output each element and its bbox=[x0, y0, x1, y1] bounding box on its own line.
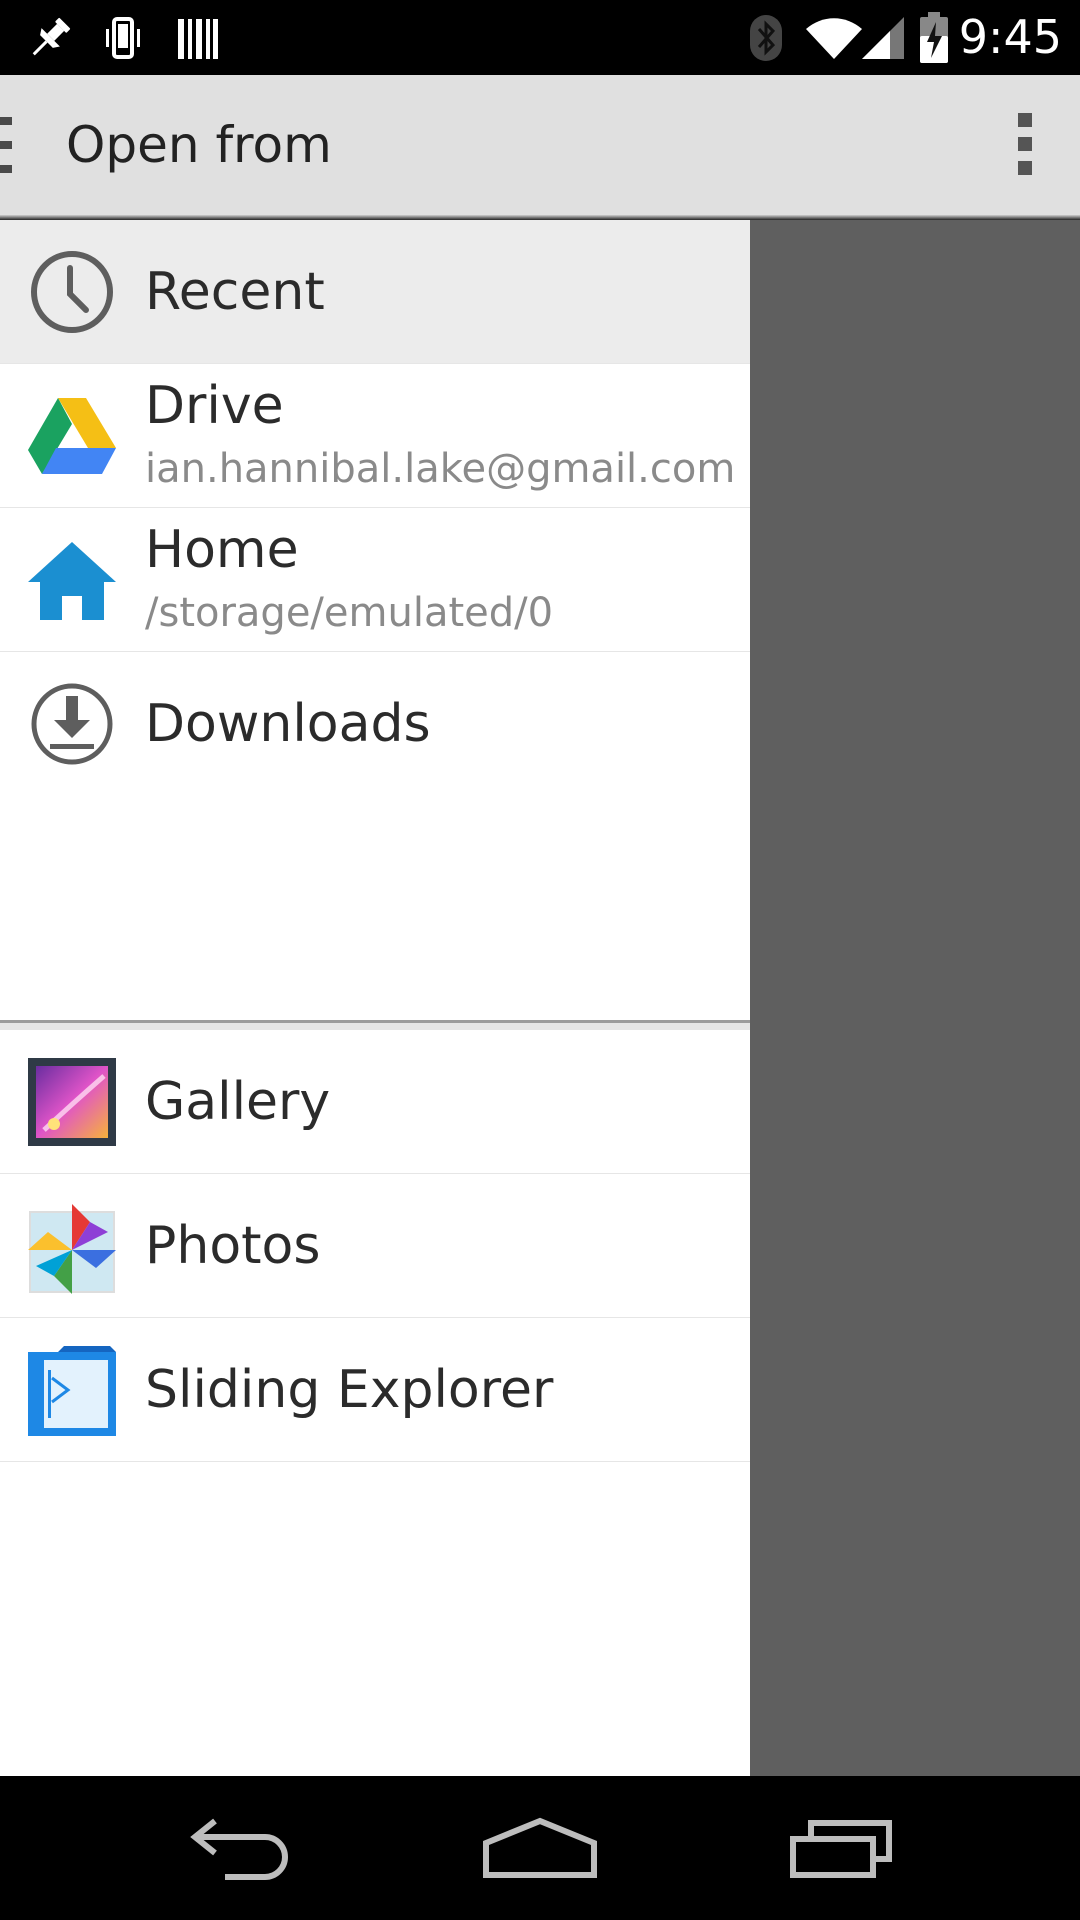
drawer-item-label: Recent bbox=[145, 262, 325, 322]
overflow-menu-icon[interactable] bbox=[1008, 113, 1038, 177]
barcode-icon bbox=[172, 0, 222, 75]
clock-icon bbox=[24, 244, 120, 340]
status-bar: 9:45 bbox=[0, 0, 1080, 75]
drawer-indicator-icon[interactable] bbox=[0, 117, 12, 175]
home-icon bbox=[24, 532, 120, 628]
section-divider bbox=[0, 1020, 750, 1030]
drawer-item-home[interactable]: Home /storage/emulated/0 bbox=[0, 508, 750, 652]
drawer-item-label: Drive bbox=[145, 376, 284, 436]
sliding-explorer-icon bbox=[24, 1342, 120, 1438]
drawer-item-gallery[interactable]: Gallery bbox=[0, 1030, 750, 1174]
photos-icon bbox=[24, 1198, 120, 1294]
drawer-item-drive[interactable]: Drive ian.hannibal.lake@gmail.com bbox=[0, 364, 750, 508]
drawer-item-label: Downloads bbox=[145, 694, 431, 754]
drawer-item-downloads[interactable]: Downloads bbox=[0, 652, 750, 796]
drawer-item-label: Home bbox=[145, 520, 299, 580]
page-title: Open from bbox=[66, 116, 332, 174]
drawer-item-label: Gallery bbox=[145, 1072, 331, 1132]
back-icon[interactable] bbox=[160, 1776, 320, 1920]
drawer-item-recent[interactable]: Recent bbox=[0, 220, 750, 364]
phone-vibrate-icon bbox=[98, 0, 148, 75]
bluetooth-icon bbox=[744, 0, 788, 75]
battery-charging-icon bbox=[914, 0, 954, 75]
pin-icon bbox=[18, 0, 82, 75]
status-time: 9:45 bbox=[958, 10, 1062, 64]
signal-icon bbox=[860, 0, 906, 75]
action-bar: Open from bbox=[0, 75, 1080, 215]
drawer-item-sliding-explorer[interactable]: Sliding Explorer bbox=[0, 1318, 750, 1462]
drive-icon bbox=[24, 388, 120, 484]
navigation-drawer: Recent Drive ian.hannibal.lake@gmail.com… bbox=[0, 220, 750, 1776]
wifi-icon bbox=[804, 0, 864, 75]
drawer-item-subtitle: ian.hannibal.lake@gmail.com bbox=[145, 446, 736, 492]
drawer-scrim[interactable] bbox=[750, 220, 1080, 1776]
drawer-item-subtitle: /storage/emulated/0 bbox=[145, 590, 554, 636]
drawer-item-label: Sliding Explorer bbox=[145, 1360, 554, 1420]
drawer-item-label: Photos bbox=[145, 1216, 321, 1276]
drawer-item-photos[interactable]: Photos bbox=[0, 1174, 750, 1318]
gallery-icon bbox=[24, 1054, 120, 1150]
home-nav-icon[interactable] bbox=[460, 1776, 620, 1920]
recents-icon[interactable] bbox=[760, 1776, 920, 1920]
download-icon bbox=[24, 676, 120, 772]
navigation-bar bbox=[0, 1776, 1080, 1920]
